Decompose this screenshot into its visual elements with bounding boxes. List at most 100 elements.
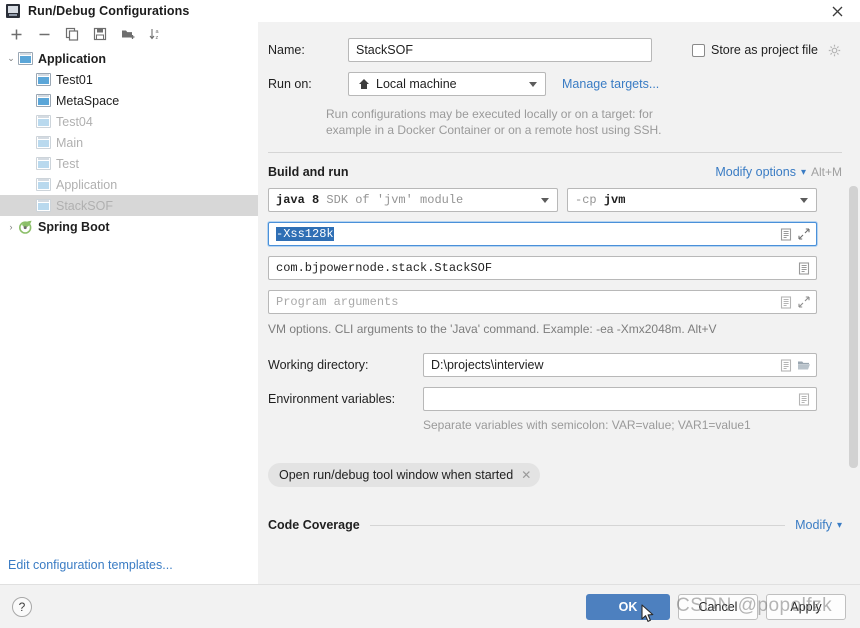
history-list-icon[interactable]	[778, 294, 794, 310]
tree-item-application[interactable]: ⌄ Application	[0, 48, 258, 69]
run-on-hint-line2: example in a Docker Container or on a re…	[326, 123, 662, 137]
section-divider	[268, 152, 842, 153]
open-run-debug-tool-window-chip[interactable]: Open run/debug tool window when started …	[268, 463, 541, 487]
jre-classpath-row: java 8 SDK of 'jvm' module -cp jvm	[268, 188, 842, 212]
copy-configuration-icon[interactable]	[64, 26, 80, 42]
code-coverage-title: Code Coverage	[268, 518, 360, 532]
configurations-tree[interactable]: ⌄ Application Test01 MetaSpace Test04 Main Tes…	[0, 46, 258, 558]
name-row: Name: StackSOF Store as project file	[268, 38, 842, 62]
save-configuration-icon[interactable]	[92, 26, 108, 42]
run-on-dropdown[interactable]: Local machine	[348, 72, 546, 96]
tree-toolbar: a z	[0, 22, 258, 46]
tree-twisty-icon[interactable]: ›	[4, 222, 18, 232]
chevron-down-icon[interactable]	[529, 81, 537, 87]
chevron-down-icon[interactable]: ▾	[837, 520, 842, 531]
store-as-project-file-row[interactable]: Store as project file	[692, 42, 842, 58]
build-and-run-title: Build and run	[268, 165, 349, 179]
tree-item-application[interactable]: Application	[0, 174, 258, 195]
close-icon[interactable]: ✕	[521, 468, 531, 482]
vm-options-value-wrap: -Xss128k	[276, 227, 776, 241]
classpath-dropdown[interactable]: -cp jvm	[567, 188, 817, 212]
remove-configuration-icon[interactable]	[36, 26, 52, 42]
settings-scrollbar[interactable]	[849, 178, 858, 512]
tree-item-label: Spring Boot	[38, 219, 110, 234]
application-icon	[36, 136, 51, 149]
title-bar: Run/Debug Configurations	[0, 0, 860, 22]
modify-options-link[interactable]: Modify options	[715, 165, 796, 179]
program-arguments-input[interactable]: Program arguments	[268, 290, 817, 314]
edit-configuration-templates-link[interactable]: Edit configuration templates...	[8, 558, 173, 572]
chevron-down-icon[interactable]: ▾	[801, 167, 806, 178]
application-icon	[18, 52, 33, 65]
expand-editor-icon[interactable]	[796, 294, 812, 310]
intellij-idea-icon	[6, 4, 20, 18]
browse-folder-icon[interactable]	[796, 357, 812, 373]
code-coverage-modify-link[interactable]: Modify	[795, 518, 832, 532]
tree-item-label: Test04	[56, 114, 93, 129]
working-directory-label: Working directory:	[268, 358, 369, 372]
jre-dropdown[interactable]: java 8 SDK of 'jvm' module	[268, 188, 558, 212]
code-coverage-header: Code Coverage Modify ▾	[268, 518, 842, 532]
application-icon	[36, 73, 51, 86]
name-label: Name:	[268, 43, 305, 57]
dialog-body: a z ⌄ Application Test01 MetaSpace Test04 Mai…	[0, 22, 860, 584]
tree-item-label: Test01	[56, 72, 93, 87]
jre-value-bold: java 8	[276, 193, 320, 207]
tree-item-label: Application	[56, 177, 118, 192]
tree-item-main[interactable]: Main	[0, 132, 258, 153]
ok-button[interactable]: OK	[586, 593, 670, 620]
environment-variables-row: Environment variables:	[268, 387, 842, 411]
svg-text:z: z	[156, 35, 159, 41]
new-folder-icon[interactable]	[120, 26, 136, 42]
name-input[interactable]: StackSOF	[348, 38, 652, 62]
run-debug-configurations-dialog: Run/Debug Configurations a z ⌄ Applicati…	[0, 0, 860, 628]
manage-targets-link[interactable]: Manage targets...	[562, 77, 659, 91]
environment-variables-hint: Separate variables with semicolon: VAR=v…	[423, 418, 751, 432]
modify-options-shortcut: Alt+M	[810, 165, 842, 179]
store-as-project-file-checkbox[interactable]	[692, 43, 705, 57]
vm-options-value: -Xss128k	[276, 227, 334, 241]
chevron-down-icon[interactable]	[800, 197, 808, 203]
tree-item-label: Test	[56, 156, 79, 171]
tree-item-spring-boot[interactable]: › Spring Boot	[0, 216, 258, 237]
run-on-label: Run on:	[268, 77, 312, 91]
vm-options-input[interactable]: -Xss128k	[268, 222, 817, 246]
cancel-button[interactable]: Cancel	[678, 593, 758, 620]
main-class-input[interactable]: com.bjpowernode.stack.StackSOF	[268, 256, 817, 280]
tree-item-label: Application	[38, 51, 107, 66]
environment-variables-input[interactable]	[423, 387, 817, 411]
close-icon[interactable]	[814, 0, 860, 22]
tree-item-test01[interactable]: Test01	[0, 69, 258, 90]
help-button[interactable]: ?	[12, 596, 32, 617]
chevron-down-icon[interactable]	[541, 197, 549, 203]
working-directory-input[interactable]: D:\projects\interview	[423, 353, 817, 377]
tree-item-test[interactable]: Test	[0, 153, 258, 174]
gear-icon[interactable]	[826, 42, 842, 58]
store-as-project-file-label: Store as project file	[711, 43, 818, 57]
history-list-icon[interactable]	[778, 226, 794, 242]
run-on-hint-line1: Run configurations may be executed local…	[326, 107, 653, 121]
tree-item-test04[interactable]: Test04	[0, 111, 258, 132]
settings-scrollbar-thumb[interactable]	[849, 186, 858, 468]
browse-class-icon[interactable]	[796, 260, 812, 276]
history-list-icon[interactable]	[778, 357, 794, 373]
tree-item-metaspace[interactable]: MetaSpace	[0, 90, 258, 111]
apply-button[interactable]: Apply	[766, 593, 846, 620]
edit-environment-variables-icon[interactable]	[796, 391, 812, 407]
classpath-value: -cp jvm	[575, 193, 794, 207]
build-and-run-header: Build and run Modify options ▾ Alt+M	[268, 165, 842, 179]
dialog-footer: ? OK Cancel Apply	[0, 584, 860, 628]
tree-twisty-icon[interactable]: ⌄	[4, 53, 18, 64]
sort-configurations-icon[interactable]: a z	[148, 26, 164, 42]
run-on-hint: Run configurations may be executed local…	[326, 106, 842, 138]
tree-item-label: Main	[56, 135, 84, 150]
tree-item-stacksof[interactable]: StackSOF	[0, 195, 258, 216]
program-arguments-placeholder: Program arguments	[276, 295, 399, 309]
add-configuration-icon[interactable]	[8, 26, 24, 42]
home-icon	[356, 76, 372, 92]
working-directory-value: D:\projects\interview	[431, 358, 544, 372]
run-on-row: Run on: Local machine Manage targets...	[268, 72, 842, 96]
vm-options-hint: VM options. CLI arguments to the 'Java' …	[268, 322, 717, 336]
application-icon	[36, 178, 51, 191]
expand-editor-icon[interactable]	[796, 226, 812, 242]
